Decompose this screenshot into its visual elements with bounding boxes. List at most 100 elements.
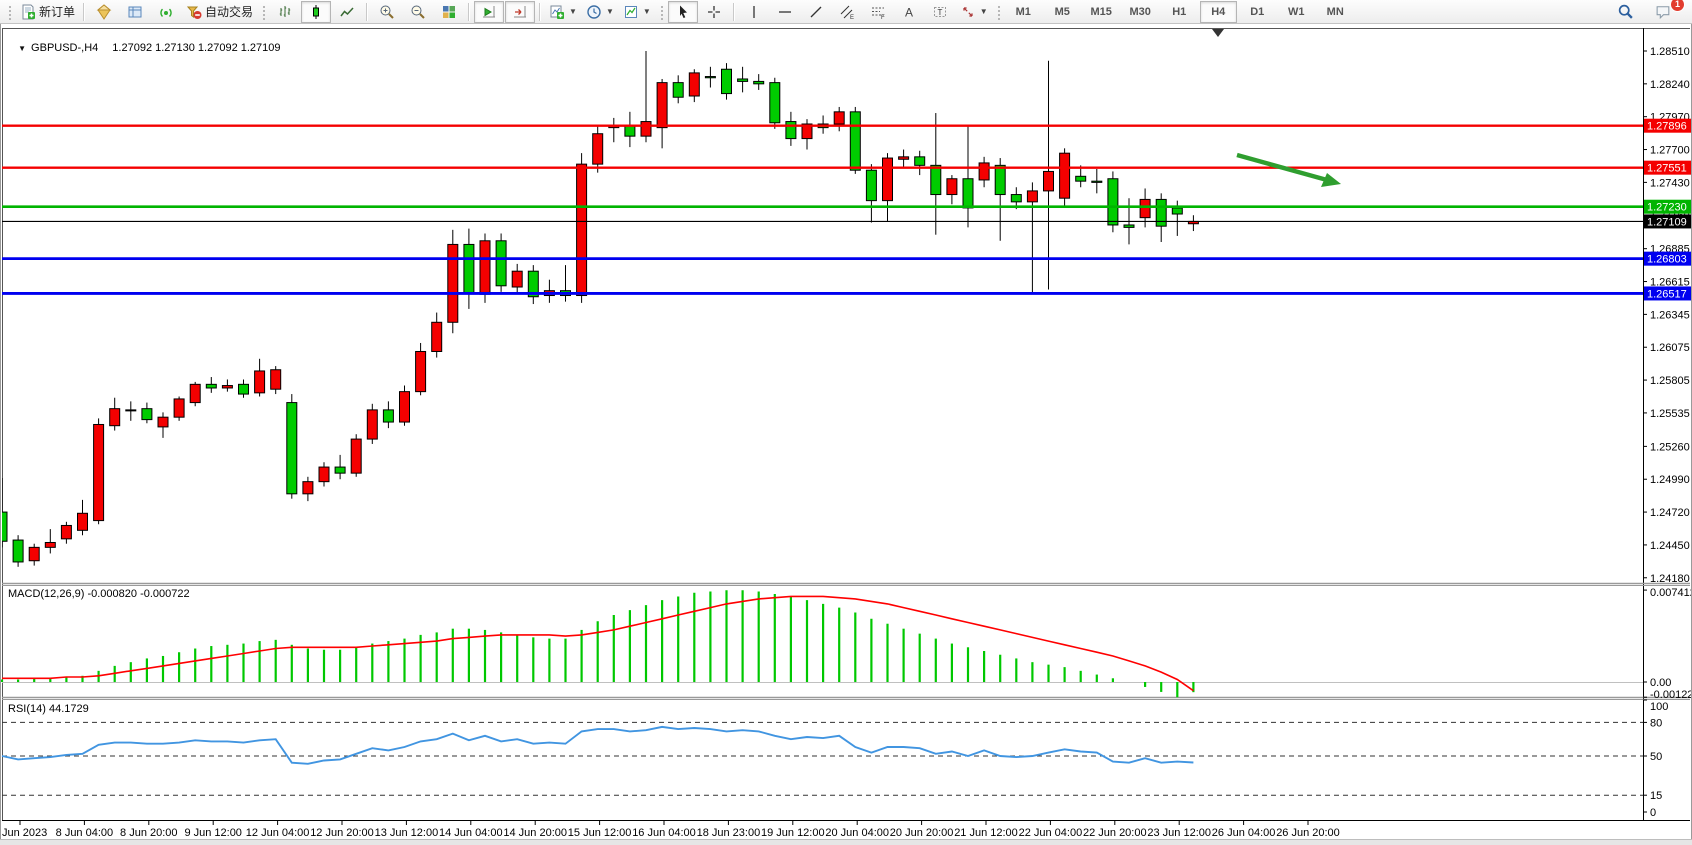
pane-splitter[interactable] bbox=[0, 696, 1692, 701]
time-axis-label: 9 Jun 12:00 bbox=[184, 827, 242, 839]
time-axis-label: 12 Jun 20:00 bbox=[310, 827, 374, 839]
line-chart-button[interactable] bbox=[332, 1, 362, 23]
timeframe-button-d1[interactable]: D1 bbox=[1239, 1, 1276, 23]
rsi-line bbox=[2, 727, 1193, 764]
price-tick-label: 1.28240 bbox=[1650, 79, 1690, 91]
time-axis-label: 14 Jun 04:00 bbox=[439, 827, 503, 839]
candlestick-chart-button[interactable] bbox=[301, 1, 331, 23]
macd-indicator-label: MACD(12,26,9) -0.000820 -0.000722 bbox=[8, 588, 190, 600]
vertical-line-button[interactable] bbox=[739, 1, 769, 23]
time-axis-label: 8 Jun 04:00 bbox=[56, 827, 114, 839]
market-watch-icon bbox=[96, 4, 112, 20]
time-axis-label: 15 Jun 12:00 bbox=[568, 827, 632, 839]
horizontal-line-button[interactable] bbox=[770, 1, 800, 23]
templates-icon bbox=[623, 4, 639, 20]
crosshair-button[interactable] bbox=[699, 1, 729, 23]
chart-title: ▼GBPUSD-,H41.27092 1.27130 1.27092 1.271… bbox=[12, 30, 281, 54]
time-axis-label: 22 Jun 04:00 bbox=[1019, 827, 1083, 839]
trendline-button[interactable] bbox=[801, 1, 831, 23]
chevron-down-icon: ▼ bbox=[569, 7, 577, 16]
timeframe-button-mn[interactable]: MN bbox=[1317, 1, 1354, 23]
channel-icon: E bbox=[839, 4, 855, 20]
equidistant-channel-button[interactable]: E bbox=[832, 1, 862, 23]
label-icon: T bbox=[932, 4, 948, 20]
time-axis-label: 12 Jun 04:00 bbox=[246, 827, 310, 839]
toolbar-separator bbox=[83, 3, 85, 21]
rsi-axis-label: 50 bbox=[1650, 751, 1662, 763]
chat-bubble-icon bbox=[1655, 3, 1672, 20]
time-axis-label: 19 Jun 12:00 bbox=[761, 827, 825, 839]
market-watch-button[interactable] bbox=[89, 1, 119, 23]
svg-text:A: A bbox=[905, 5, 913, 19]
arrows-button[interactable]: ▼ bbox=[956, 1, 992, 23]
trendline-icon bbox=[808, 4, 824, 20]
time-axis-label: 22 Jun 20:00 bbox=[1083, 827, 1147, 839]
timeframe-button-m15[interactable]: M15 bbox=[1083, 1, 1120, 23]
price-tick-label: 1.24450 bbox=[1650, 540, 1690, 552]
price-axis: 1.285101.282401.279701.277001.274301.271… bbox=[1643, 46, 1691, 585]
level-price-label: 1.27230 bbox=[1647, 202, 1687, 214]
zoom-in-icon bbox=[379, 4, 395, 20]
auto-scroll-button[interactable] bbox=[474, 1, 504, 23]
timeframe-button-m1[interactable]: M1 bbox=[1005, 1, 1042, 23]
price-tick-label: 1.26345 bbox=[1650, 309, 1690, 321]
new-order-button[interactable]: 新订单 bbox=[16, 1, 79, 23]
time-axis-label: 7 Jun 2023 bbox=[0, 827, 47, 839]
notifications-button[interactable]: 1 bbox=[1648, 1, 1678, 23]
collapse-icon[interactable]: ▼ bbox=[18, 44, 26, 53]
time-axis-label: 14 Jun 20:00 bbox=[503, 827, 567, 839]
rsi-pane: 1008050150 bbox=[2, 700, 1668, 819]
line-chart-icon bbox=[339, 4, 355, 20]
chart-canvas[interactable]: 1.285101.282401.279701.277001.274301.271… bbox=[0, 0, 1692, 845]
time-axis-label: 20 Jun 20:00 bbox=[890, 827, 954, 839]
timeframe-button-h4[interactable]: H4 bbox=[1200, 1, 1237, 23]
svg-text:T: T bbox=[937, 7, 942, 16]
svg-text:E: E bbox=[850, 15, 854, 20]
cursor-button[interactable] bbox=[668, 1, 698, 23]
chart-plot-area[interactable] bbox=[2, 28, 1643, 583]
time-axis-label: 21 Jun 12:00 bbox=[954, 827, 1018, 839]
toolbar-grip[interactable] bbox=[7, 4, 12, 20]
timeframe-button-m5[interactable]: M5 bbox=[1044, 1, 1081, 23]
level-price-label: 1.27109 bbox=[1647, 216, 1687, 228]
notification-badge: 1 bbox=[1670, 0, 1685, 12]
bar-chart-button[interactable] bbox=[270, 1, 300, 23]
timeframe-button-w1[interactable]: W1 bbox=[1278, 1, 1315, 23]
timeframe-button-m30[interactable]: M30 bbox=[1122, 1, 1159, 23]
clock-icon bbox=[586, 4, 602, 20]
crosshair-icon bbox=[706, 4, 722, 20]
price-tick-label: 1.25805 bbox=[1650, 375, 1690, 387]
search-button[interactable] bbox=[1610, 1, 1640, 23]
window-bottom-edge bbox=[0, 839, 1692, 845]
toolbar-grip[interactable] bbox=[261, 4, 266, 20]
bar-chart-icon bbox=[277, 4, 293, 20]
chevron-down-icon: ▼ bbox=[606, 7, 614, 16]
timeframe-button-h1[interactable]: H1 bbox=[1161, 1, 1198, 23]
chevron-down-icon: ▼ bbox=[643, 7, 651, 16]
periods-button[interactable]: ▼ bbox=[582, 1, 618, 23]
auto-trading-label: 自动交易 bbox=[205, 3, 253, 20]
rsi-axis-label: 15 bbox=[1650, 790, 1662, 802]
arrows-icon bbox=[960, 4, 976, 20]
macd-pane: 0.0074120.00-0.001226 bbox=[2, 587, 1692, 701]
indicators-button[interactable]: ▼ bbox=[545, 1, 581, 23]
templates-button[interactable]: ▼ bbox=[619, 1, 655, 23]
main-toolbar: 新订单 自动交易 ▼ ▼ bbox=[0, 0, 1692, 24]
time-axis-label: 18 Jun 23:00 bbox=[697, 827, 761, 839]
data-window-button[interactable] bbox=[120, 1, 150, 23]
zoom-out-button[interactable] bbox=[403, 1, 433, 23]
level-price-label: 1.26803 bbox=[1647, 254, 1687, 266]
toolbar-grip[interactable] bbox=[659, 4, 664, 20]
tile-windows-button[interactable] bbox=[434, 1, 464, 23]
text-button[interactable]: A bbox=[894, 1, 924, 23]
price-tick-label: 1.25260 bbox=[1650, 441, 1690, 453]
chart-ohlc-values: 1.27092 1.27130 1.27092 1.27109 bbox=[112, 42, 280, 54]
fibonacci-button[interactable]: F bbox=[863, 1, 893, 23]
zoom-in-button[interactable] bbox=[372, 1, 402, 23]
text-label-button[interactable]: T bbox=[925, 1, 955, 23]
chart-shift-button[interactable] bbox=[505, 1, 535, 23]
auto-trading-button[interactable]: 自动交易 bbox=[182, 1, 257, 23]
signals-button[interactable] bbox=[151, 1, 181, 23]
rsi-axis-label: 80 bbox=[1650, 717, 1662, 729]
toolbar-grip[interactable] bbox=[996, 4, 1001, 20]
